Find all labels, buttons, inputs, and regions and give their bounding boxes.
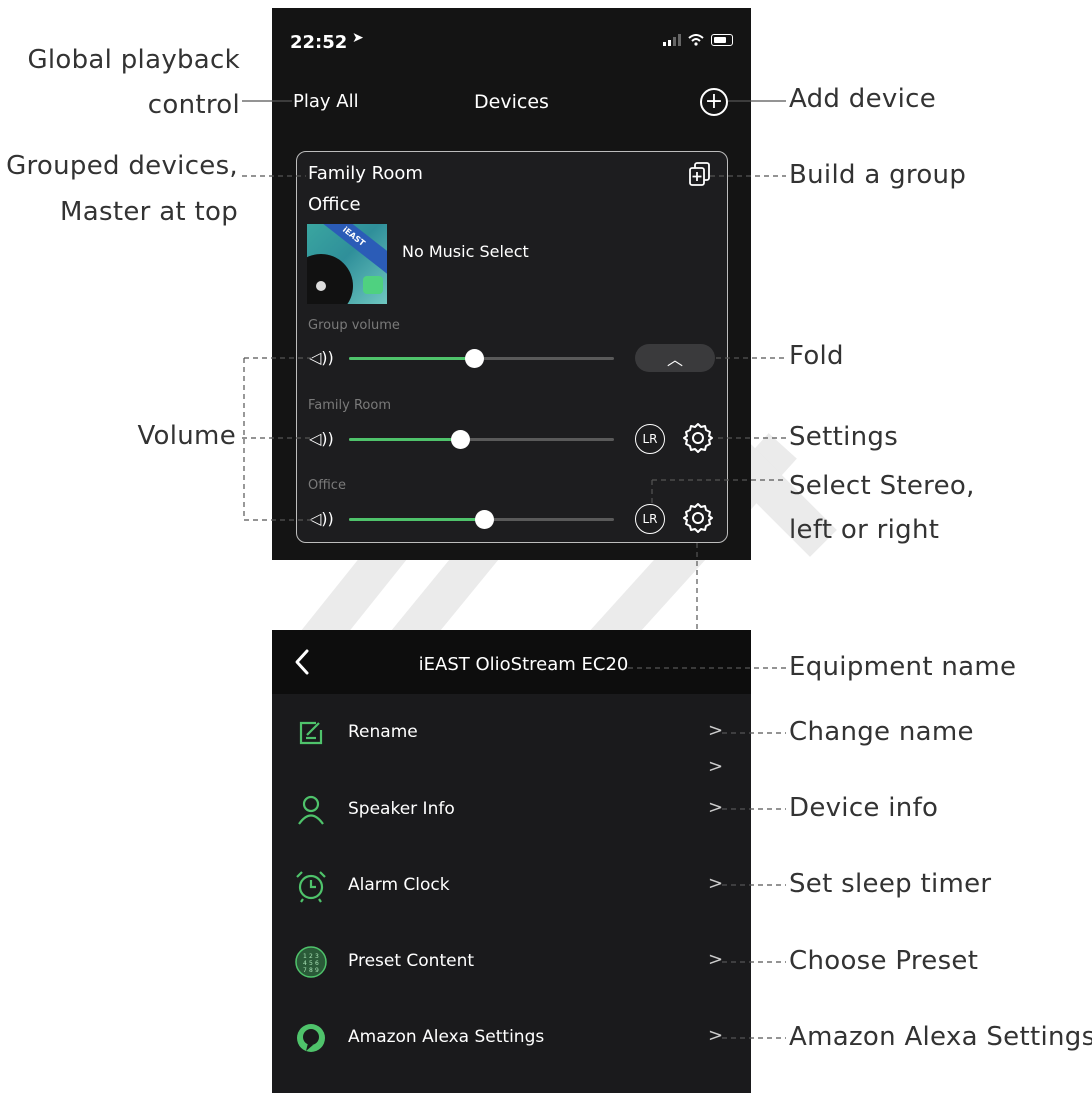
annotation-build-group: Build a group xyxy=(789,160,967,190)
annotation-sleep-timer: Set sleep timer xyxy=(789,869,992,899)
annotation-settings: Settings xyxy=(789,422,899,452)
annotation-volume: Volume xyxy=(137,421,236,451)
annotation-add-device: Add device xyxy=(789,84,937,114)
annotation-equipment-name: Equipment name xyxy=(789,652,1017,682)
annotation-grouped-2: Master at top xyxy=(60,197,238,227)
annotation-global-playback: Global playback xyxy=(27,45,240,75)
annotation-change-name: Change name xyxy=(789,717,974,747)
annotation-global-playback-2: control xyxy=(147,90,240,120)
annotation-choose-preset: Choose Preset xyxy=(789,946,979,976)
annotation-device-info: Device info xyxy=(789,793,939,823)
annotation-alexa: Amazon Alexa Settings xyxy=(789,1022,1092,1052)
annotation-stereo: Select Stereo, xyxy=(789,471,975,501)
annotation-grouped: Grouped devices, xyxy=(6,151,238,181)
annotation-stereo-2: left or right xyxy=(789,515,940,545)
annotation-fold: Fold xyxy=(789,341,844,371)
